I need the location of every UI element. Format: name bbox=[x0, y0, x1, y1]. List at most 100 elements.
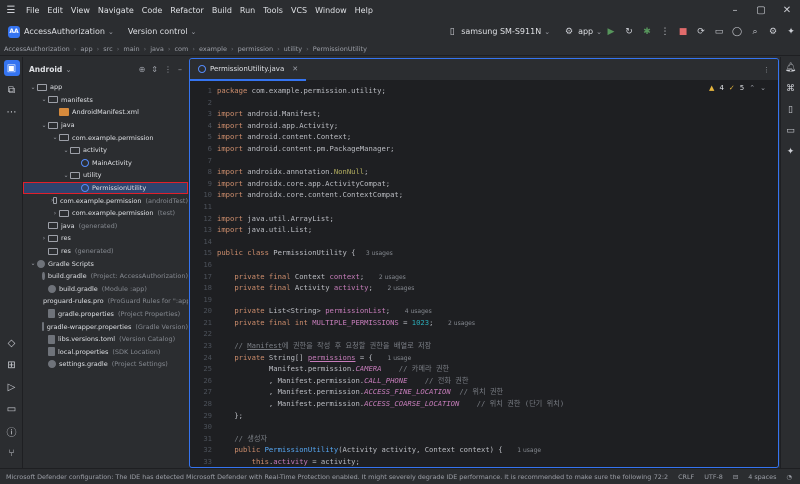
chevron-down-icon[interactable]: ⌄ bbox=[62, 147, 70, 154]
chevron-down-icon[interactable]: ⌄ bbox=[62, 172, 70, 179]
close-icon[interactable]: ✕ bbox=[774, 5, 800, 16]
code-line[interactable]: 27 , Manifest.permission.ACCESS_FINE_LOC… bbox=[190, 386, 778, 398]
tree-node[interactable]: MainActivity bbox=[23, 157, 188, 170]
breadcrumb-item[interactable]: permission bbox=[238, 45, 274, 53]
code-line[interactable]: 14 bbox=[190, 236, 778, 248]
device-manager-button[interactable]: ▯ bbox=[781, 99, 800, 120]
code-line[interactable]: 25 Manifest.permission.CAMERA // 카메라 권한 bbox=[190, 363, 778, 375]
caret-position[interactable]: 72:2 bbox=[654, 473, 668, 481]
tree-node[interactable]: AndroidManifest.xml bbox=[23, 106, 188, 119]
tree-node[interactable]: java (generated) bbox=[23, 220, 188, 233]
problems-button[interactable]: ⓘ bbox=[0, 420, 23, 442]
chevron-down-icon[interactable]: ⌄ bbox=[29, 84, 37, 91]
chevron-down-icon[interactable]: ⌄ bbox=[40, 96, 48, 103]
device-manager-icon[interactable]: ▭ bbox=[710, 27, 728, 37]
code-line[interactable]: 6 import android.content.pm.PackageManage… bbox=[190, 143, 778, 155]
breadcrumb-item[interactable]: java bbox=[150, 45, 164, 53]
chevron-down-icon[interactable]: ⌄ bbox=[191, 28, 197, 36]
project-badge[interactable]: AA bbox=[8, 25, 20, 38]
menu-run[interactable]: Run bbox=[236, 6, 259, 15]
device-selector[interactable]: samsung SM-S911N bbox=[461, 27, 541, 36]
tree-node[interactable]: ⌄ app bbox=[23, 81, 188, 94]
app-inspection-button[interactable]: ⊞ bbox=[0, 354, 23, 376]
code-line[interactable]: 1 package com.example.permission.utility; bbox=[190, 85, 778, 97]
chevron-down-icon[interactable]: ⌄ bbox=[108, 28, 114, 36]
menu-edit[interactable]: Edit bbox=[43, 6, 67, 15]
chevron-down-icon[interactable]: ⌄ bbox=[29, 260, 37, 267]
build-variants-button[interactable]: ◇ bbox=[0, 332, 23, 354]
code-line[interactable]: 4 import android.app.Activity; bbox=[190, 120, 778, 132]
code-line[interactable]: 11 bbox=[190, 201, 778, 213]
breadcrumb-item[interactable]: utility bbox=[284, 45, 302, 53]
main-menu-icon[interactable]: ☰ bbox=[0, 5, 22, 16]
chevron-right-icon[interactable]: › bbox=[51, 210, 59, 217]
breadcrumb-item[interactable]: example bbox=[199, 45, 227, 53]
code-line[interactable]: 29 }; bbox=[190, 410, 778, 422]
tree-node[interactable]: ⌄ Gradle Scripts bbox=[23, 257, 188, 270]
ai-assistant-icon[interactable]: ✦ bbox=[782, 27, 800, 37]
code-line[interactable]: 7 bbox=[190, 155, 778, 167]
chevron-right-icon[interactable]: › bbox=[40, 235, 48, 242]
code-line[interactable]: 33 this.activity = activity; bbox=[190, 456, 778, 467]
code-line[interactable]: 28 , Manifest.permission.ACCESS_COARSE_L… bbox=[190, 398, 778, 410]
code-line[interactable]: 12 import java.util.ArrayList; bbox=[190, 213, 778, 225]
breadcrumb-item[interactable]: app bbox=[80, 45, 92, 53]
chevron-down-icon[interactable]: ⌄ bbox=[544, 28, 550, 36]
code-line[interactable]: 23 // Manifest에 권한을 작성 후 요청할 권한을 배열로 저장 bbox=[190, 340, 778, 352]
locate-icon[interactable]: ⊕ bbox=[139, 65, 146, 74]
breadcrumb-item[interactable]: AccessAuthorization bbox=[4, 45, 70, 53]
gradle-button[interactable]: ⌘ bbox=[781, 78, 800, 99]
account-icon[interactable]: ◯ bbox=[728, 27, 746, 37]
tree-node[interactable]: PermissionUtility bbox=[23, 181, 188, 195]
code-line[interactable]: 16 bbox=[190, 259, 778, 271]
project-tool-button[interactable]: ▣ bbox=[0, 57, 23, 79]
menu-code[interactable]: Code bbox=[138, 6, 166, 15]
breadcrumb-item[interactable]: PermissionUtility bbox=[313, 45, 367, 53]
vcs-button[interactable]: ⑂ bbox=[0, 442, 23, 464]
status-message[interactable]: Microsoft Defender configuration: The ID… bbox=[6, 473, 716, 481]
breadcrumb-item[interactable]: main bbox=[123, 45, 139, 53]
more-tools-button[interactable]: ⋯ bbox=[0, 101, 23, 123]
file-encoding[interactable]: UTF-8 bbox=[704, 473, 723, 481]
menu-navigate[interactable]: Navigate bbox=[94, 6, 138, 15]
code-line[interactable]: 2 bbox=[190, 97, 778, 109]
tree-node[interactable]: ⌄ utility bbox=[23, 169, 188, 182]
hide-icon[interactable]: – bbox=[178, 65, 182, 74]
tree-node[interactable]: build.gradle (Project: AccessAuthorizatio… bbox=[23, 270, 188, 283]
code-line[interactable]: 21 private final int MULTIPLE_PERMISSION… bbox=[190, 317, 778, 329]
stop-icon[interactable]: ■ bbox=[674, 27, 692, 37]
menu-view[interactable]: View bbox=[67, 6, 94, 15]
code-line[interactable]: 13 import java.util.List; bbox=[190, 224, 778, 236]
tree-node[interactable]: ⌄ java bbox=[23, 119, 188, 132]
menu-help[interactable]: Help bbox=[351, 6, 377, 15]
minimize-icon[interactable]: – bbox=[722, 5, 748, 16]
more-actions-icon[interactable]: ⋮ bbox=[656, 27, 674, 37]
tree-node[interactable]: ⌄ activity bbox=[23, 144, 188, 157]
code-line[interactable]: 26 , Manifest.permission.CALL_PHONE // 전… bbox=[190, 375, 778, 387]
code-line[interactable]: 32 public PermissionUtility(Activity act… bbox=[190, 444, 778, 456]
terminal-button[interactable]: ▭ bbox=[0, 398, 23, 420]
tree-node[interactable]: libs.versions.toml (Version Catalog) bbox=[23, 333, 188, 346]
menu-vcs[interactable]: VCS bbox=[287, 6, 311, 15]
tree-node[interactable]: gradle.properties (Project Properties) bbox=[23, 308, 188, 321]
menu-tools[interactable]: Tools bbox=[259, 6, 287, 15]
chevron-down-icon[interactable]: ⌄ bbox=[65, 65, 71, 74]
tree-node[interactable]: ⌄ com.example.permission bbox=[23, 131, 188, 144]
resource-manager-button[interactable]: ⧉ bbox=[0, 79, 23, 101]
tree-node[interactable]: settings.gradle (Project Settings) bbox=[23, 358, 188, 371]
editor-tab[interactable]: PermissionUtility.java ✕ bbox=[190, 59, 307, 81]
more-icon[interactable]: ⋮ bbox=[164, 65, 172, 74]
menu-file[interactable]: File bbox=[22, 6, 43, 15]
code-line[interactable]: 18 private final Activity activity; 2 us… bbox=[190, 282, 778, 294]
tree-node[interactable]: › com.example.permission (test) bbox=[23, 207, 188, 220]
project-selector[interactable]: AccessAuthorization bbox=[24, 27, 105, 36]
tree-node[interactable]: › res bbox=[23, 232, 188, 245]
memory-indicator-icon[interactable]: ◔ bbox=[786, 473, 792, 481]
running-devices-button[interactable]: ▭ bbox=[781, 120, 800, 141]
notifications-button[interactable]: 🔔︎ bbox=[781, 57, 800, 78]
code-line[interactable]: 30 bbox=[190, 421, 778, 433]
code-line[interactable]: 9 import androidx.core.app.ActivityCompat… bbox=[190, 178, 778, 190]
tree-node[interactable]: res (generated) bbox=[23, 245, 188, 258]
run-config-selector[interactable]: app bbox=[578, 27, 593, 36]
menu-build[interactable]: Build bbox=[208, 6, 236, 15]
